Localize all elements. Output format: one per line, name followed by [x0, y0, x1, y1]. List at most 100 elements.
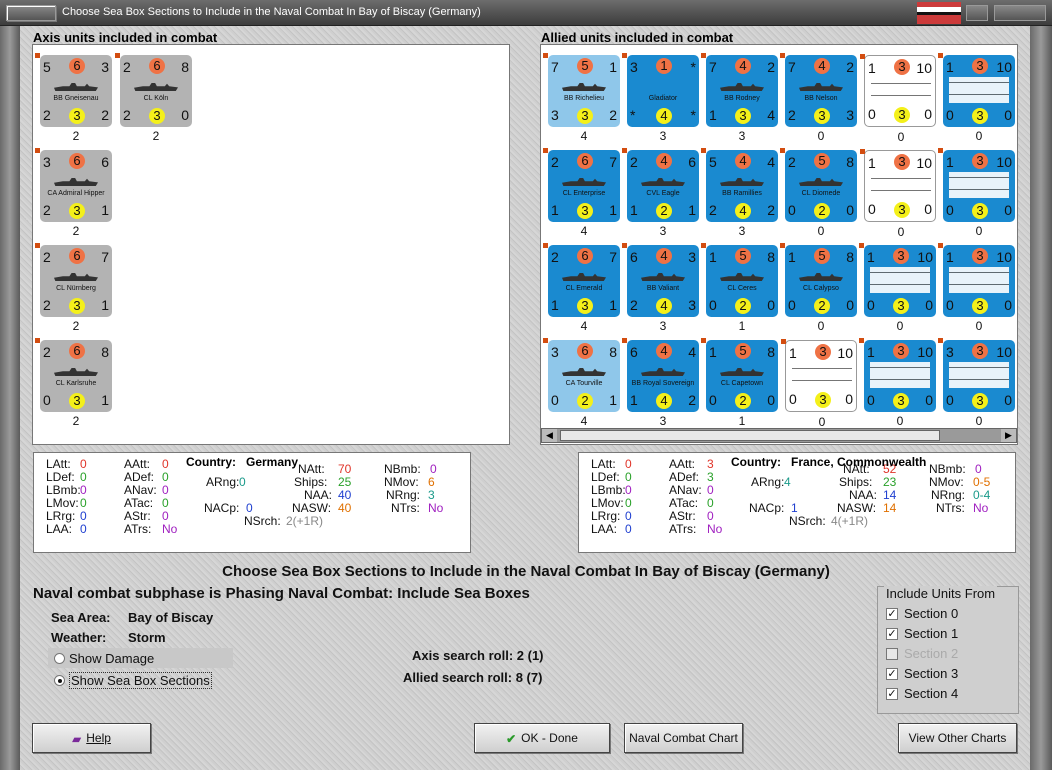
ok-done-button[interactable]: ✔ OK - Done	[474, 723, 610, 753]
unit-value: 7	[788, 59, 796, 75]
stat-label: NACp:	[749, 501, 785, 515]
unit-counter[interactable]: 2 7 1 1 6 3 CL Enterprise 4	[543, 148, 620, 238]
unit-counter[interactable]: 1 10 0 0 3 3 0	[859, 243, 936, 333]
stat-value: 4	[784, 475, 791, 489]
system-menu-button[interactable]	[6, 5, 56, 21]
check-icon[interactable]: ✓	[886, 628, 898, 640]
unit-value: 1	[609, 59, 617, 75]
axis-units-pane[interactable]: 5 3 2 2 6 3 BB Gneisenau 2 2 8 2 0 6 3 CL Köln 2 3 6 2 1 6 3 C…	[32, 44, 510, 445]
allied-scrollbar[interactable]: ◀ ▶	[541, 428, 1017, 443]
unit-name: CVL Eagle	[646, 190, 680, 197]
scroll-left-icon[interactable]: ◀	[542, 429, 557, 442]
scroll-thumb[interactable]	[560, 430, 940, 441]
unit-name: BB Ramillies	[722, 190, 762, 197]
marker-icon	[622, 53, 627, 58]
unit-counter[interactable]: 2 6 1 1 4 2 CVL Eagle 3	[622, 148, 699, 238]
unit-value: 0	[1004, 297, 1012, 313]
minimize-button[interactable]	[966, 5, 988, 21]
unit-counter[interactable]: 6 4 1 2 4 4 BB Royal Sovereign 3	[622, 338, 699, 428]
stat-value: 2(+1R)	[286, 514, 324, 528]
unit-value: 1	[946, 249, 954, 265]
sea-area-label: Sea Area:	[51, 610, 111, 625]
weather-label: Weather:	[51, 630, 107, 645]
marker-icon	[938, 53, 943, 58]
show-damage-radio[interactable]: Show Damage	[48, 648, 233, 668]
unit-value: 10	[996, 249, 1012, 265]
unit-counter[interactable]: 2 8 0 1 6 3 CL Karlsruhe 2	[35, 338, 112, 428]
unit-value: 0	[924, 201, 932, 217]
ship-silhouette-icon	[562, 178, 606, 186]
help-button[interactable]: ▰ Help	[32, 723, 151, 753]
unit-counter[interactable]: 2 7 2 1 6 3 CL Nürnberg 2	[35, 243, 112, 333]
unit-name: BB Rodney	[724, 95, 760, 102]
ship-silhouette-icon	[134, 83, 178, 91]
attack-circle: 6	[577, 153, 593, 169]
radio-on-icon[interactable]	[54, 675, 65, 686]
unit-counter[interactable]: 1 10 0 0 3 3 0	[938, 53, 1015, 143]
sea-area-value: Bay of Biscay	[128, 610, 214, 625]
unit-count: 3	[659, 319, 667, 333]
unit-counter[interactable]: 1 10 0 0 3 3 0	[859, 338, 936, 428]
check-icon[interactable]: ✓	[886, 668, 898, 680]
unit-counter[interactable]: 2 8 0 0 5 2 CL Diomede 0	[780, 148, 857, 238]
radio-off-icon[interactable]	[54, 653, 65, 664]
unit-counter[interactable]: 3 * * * 1 4 Gladiator 3	[622, 53, 699, 143]
marker-icon	[938, 243, 943, 248]
unit-count: 2	[72, 414, 80, 428]
unit-counter[interactable]: 2 7 1 1 6 3 CL Emerald 4	[543, 243, 620, 333]
unit-name: CL Emerald	[565, 285, 603, 292]
check-icon[interactable]: ✓	[886, 608, 898, 620]
unit-value: 10	[917, 344, 933, 360]
unit-counter[interactable]: 3 10 0 0 3 3 0	[938, 338, 1015, 428]
defense-circle: 4	[656, 298, 672, 314]
unit-counter[interactable]: 7 2 1 4 4 3 BB Rodney 3	[701, 53, 778, 143]
unit-counter[interactable]: 7 1 3 2 5 3 BB Richelieu 4	[543, 53, 620, 143]
stat-value: 14	[883, 501, 897, 515]
unit-counter[interactable]: 1 10 0 0 3 3 0	[860, 149, 936, 239]
check-icon[interactable]: ✓	[886, 688, 898, 700]
unit-counter[interactable]: 3 8 0 1 6 2 CA Tourville 4	[543, 338, 620, 428]
attack-circle: 5	[735, 248, 751, 264]
unit-counter[interactable]: 5 4 2 2 4 4 BB Ramillies 3	[701, 148, 778, 238]
unit-counter[interactable]: 1 10 0 0 3 3 0	[938, 148, 1015, 238]
marker-icon	[780, 243, 785, 248]
close-button[interactable]	[994, 5, 1046, 21]
marker-icon	[543, 148, 548, 153]
marker-icon	[115, 53, 120, 58]
include-units-heading: Include Units From	[884, 586, 998, 601]
unit-counter[interactable]: 1 8 0 0 5 2 CL Capetown 1	[701, 338, 778, 428]
unit-count: 3	[659, 224, 667, 238]
stat-label: NACp:	[204, 501, 240, 515]
unit-name: CA Tourville	[565, 380, 603, 387]
allied-units-pane[interactable]: 7 1 3 2 5 3 BB Richelieu 4 3 * * * 1 4 Gladiator 3 7 2 1 4 4…	[540, 44, 1018, 445]
unit-value: 2	[551, 249, 559, 265]
naval-combat-chart-button[interactable]: Naval Combat Chart	[624, 723, 743, 753]
unit-counter[interactable]: 2 8 2 0 6 3 CL Köln 2	[115, 53, 192, 143]
unit-count: 0	[975, 414, 983, 428]
unit-value: 8	[181, 59, 189, 75]
view-other-charts-button[interactable]: View Other Charts	[898, 723, 1017, 753]
attack-circle: 3	[972, 248, 988, 264]
unit-counter[interactable]: 1 8 0 0 5 2 CL Calypso 0	[780, 243, 857, 333]
unit-counter[interactable]: 1 8 0 0 5 2 CL Ceres 1	[701, 243, 778, 333]
scroll-right-icon[interactable]: ▶	[1001, 429, 1016, 442]
unit-name: CL Diomede	[801, 190, 841, 197]
unit-counter[interactable]: 1 10 0 0 3 3 0	[781, 339, 857, 429]
unit-counter[interactable]: 1 10 0 0 3 3 0	[860, 54, 936, 144]
unit-value: 1	[709, 249, 717, 265]
attack-circle: 3	[894, 59, 910, 75]
ship-silhouette-icon	[562, 83, 606, 91]
unit-counter[interactable]: 5 3 2 2 6 3 BB Gneisenau 2	[35, 53, 112, 143]
unit-counter[interactable]: 7 2 2 3 4 3 BB Nelson 0	[780, 53, 857, 143]
unit-counter[interactable]: 6 3 2 3 4 4 BB Valiant 3	[622, 243, 699, 333]
defense-circle: 3	[814, 108, 830, 124]
show-sections-radio[interactable]: Show Sea Box Sections	[48, 670, 233, 690]
unit-counter[interactable]: 3 6 2 1 6 3 CA Admiral Hipper 2	[35, 148, 112, 238]
ship-silhouette-icon	[641, 178, 685, 186]
main-title: Choose Sea Box Sections to Include in th…	[222, 563, 830, 580]
unit-counter[interactable]: 1 10 0 0 3 3 0	[938, 243, 1015, 333]
marker-icon	[938, 148, 943, 153]
stat-value: No	[973, 501, 989, 515]
attack-circle: 3	[972, 58, 988, 74]
unit-value: 2	[43, 202, 51, 218]
